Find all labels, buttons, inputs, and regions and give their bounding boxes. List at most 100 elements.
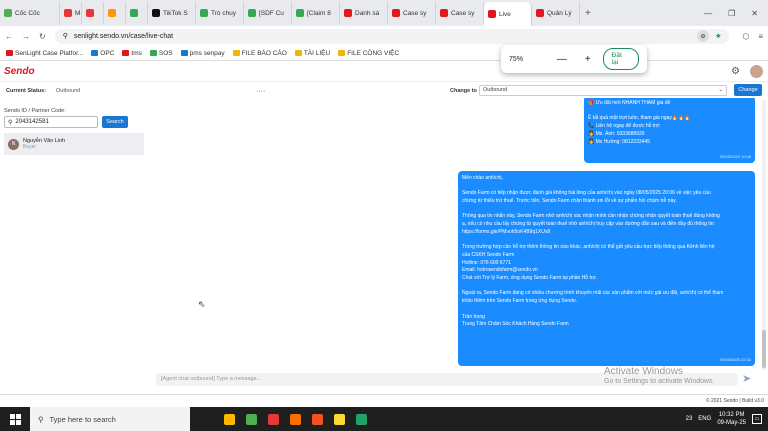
taskbar-app-icon[interactable] — [220, 407, 238, 431]
app-icon — [223, 413, 235, 425]
browser-tab[interactable]: Trò chuy — [196, 2, 244, 24]
watermark-subtitle: Go to Settings to activate Windows. — [604, 378, 715, 385]
tab-favicon-icon — [200, 9, 208, 17]
bookmark-label: TÀI LIỆU — [303, 49, 331, 57]
taskbar-app-icon[interactable] — [264, 407, 282, 431]
browser-tab[interactable] — [126, 2, 148, 24]
bookmark-item[interactable]: FILE CÔNG VIỆC — [338, 50, 399, 57]
message-line: Hotline: 076 600 6771 — [462, 259, 511, 266]
browser-tab[interactable]: Live — [484, 2, 532, 26]
bookmark-item[interactable]: FILE BÁO CÁO — [232, 49, 287, 57]
site-info-icon[interactable]: ⚲ — [63, 32, 68, 40]
bookmark-label: FILE CÔNG VIỆC — [347, 49, 400, 57]
bookmark-item[interactable]: SOS — [149, 49, 173, 57]
taskbar-app-icon[interactable] — [330, 407, 348, 431]
bookmark-item[interactable]: tms — [122, 50, 142, 57]
zoom-out-button[interactable]: — — [557, 54, 567, 65]
folder-icon — [338, 50, 346, 56]
search-input[interactable]: ⚲ 2043142581 — [4, 116, 98, 128]
browser-tab[interactable]: TikTok S — [148, 2, 196, 24]
tab-label: [SDF Cu — [259, 9, 284, 17]
folder-icon — [294, 50, 302, 56]
zoom-reset-button[interactable]: Đặt lại — [602, 48, 639, 70]
browser-tab[interactable]: [Claim 8 — [292, 2, 340, 24]
activate-windows-watermark: Activate Windows Go to Settings to activ… — [604, 366, 715, 385]
bookmark-icon — [149, 50, 157, 56]
taskbar-app-icon[interactable] — [286, 407, 304, 431]
maximize-icon[interactable]: ❐ — [728, 9, 735, 18]
taskbar-app-icon[interactable] — [352, 407, 370, 431]
taskbar-app-icon[interactable] — [242, 407, 260, 431]
bookmark-star-icon[interactable]: ★ — [715, 32, 721, 40]
message-line: Email: hotrosendofarm@sendo.vn — [462, 267, 538, 274]
more-icon[interactable]: ···· — [256, 88, 265, 95]
message-line: Ề tất quả một trợt luồn, tham gia ngay🔥🔥… — [588, 115, 691, 122]
browser-tab[interactable]: Quản Lý — [532, 2, 580, 24]
bookmark-label: SOS — [158, 49, 173, 57]
chat-scrollbar-thumb[interactable] — [762, 330, 766, 368]
notification-icon[interactable]: ▭ — [752, 414, 762, 424]
close-icon[interactable]: ✕ — [751, 9, 758, 18]
minimize-icon[interactable]: — — [704, 9, 712, 18]
browser-tab[interactable]: Case sy — [436, 2, 484, 24]
browser-tab[interactable] — [82, 2, 104, 24]
zoom-icon[interactable]: ⊖ — [697, 30, 710, 42]
extension-icon[interactable]: ⬡ — [742, 32, 749, 41]
clock[interactable]: 10:32 PM 09-May-25 — [717, 411, 746, 427]
bookmark-item[interactable]: TÀI LIỆU — [294, 49, 331, 57]
taskbar-search[interactable]: ⚲ Type here to search — [30, 407, 190, 431]
tab-favicon-icon — [64, 9, 72, 17]
gear-icon[interactable]: ⚙ — [731, 66, 740, 77]
bookmarks-bar: SenLight Case Platfor... OPC tms SOS pms sen… — [0, 46, 768, 61]
message-line: Chat với Trợ lý Farm, ứng dụng Sendo Far… — [462, 275, 598, 282]
customer-avatar: N — [8, 138, 19, 150]
forward-icon[interactable]: → — [22, 32, 30, 41]
bookmark-item[interactable]: SenLight Case Platfor... — [6, 50, 83, 57]
tab-favicon-icon — [392, 9, 400, 17]
bookmark-label: FILE BÁO CÁO — [241, 49, 287, 57]
taskbar-search-text: Type here to search — [49, 414, 116, 424]
menu-icon[interactable]: ≡ — [758, 32, 763, 41]
tab-label: TikTok S — [163, 9, 188, 17]
bookmark-item[interactable]: OPC — [91, 50, 114, 57]
message-line — [462, 306, 751, 314]
message-line: Trung Tâm Chăm Sóc Khách Hàng Sendo Farm — [462, 321, 569, 328]
message-line: chứng từ thiếu trừ thuế. Trước tiên, Sen… — [462, 198, 677, 205]
weather-text: 23 — [685, 416, 693, 422]
tab-favicon-icon — [4, 9, 12, 17]
reload-icon[interactable]: ↻ — [39, 32, 46, 41]
windows-taskbar: ⚲ Type here to search 23 ENG 10:32 PM 09… — [0, 407, 768, 431]
tab-label: Quản Lý — [547, 9, 572, 17]
bookmark-item[interactable]: pms senpay — [180, 49, 225, 57]
browser-tab[interactable]: M — [60, 2, 82, 24]
browser-tab-bar: Cốc Cốc M TikTok S Trò chuy [SDF Cu [Claim 8 D… — [0, 0, 768, 26]
lang-indicator[interactable]: ENG — [698, 416, 711, 422]
tab-label: Case sy — [451, 9, 475, 17]
windows-start-icon[interactable] — [0, 413, 30, 425]
change-button[interactable]: Change — [734, 84, 762, 96]
taskbar-app-icon[interactable] — [308, 407, 326, 431]
zoom-in-button[interactable]: + — [585, 54, 591, 65]
send-icon[interactable]: ➤ — [742, 372, 751, 385]
partner-code-label: Sendo ID / Partner Code: — [4, 108, 66, 114]
browser-tab[interactable] — [104, 2, 126, 24]
customer-search-pane: Sendo ID / Partner Code: ⚲ 2043142581 Se… — [0, 100, 150, 390]
back-icon[interactable]: ← — [5, 32, 13, 41]
browser-tab[interactable]: [SDF Cu — [244, 2, 292, 24]
browser-tab[interactable]: Cốc Cốc — [0, 2, 60, 24]
bookmark-label: pms senpay — [189, 49, 225, 57]
customer-list-item[interactable]: N Nguyễn Văn Linh Buyer — [4, 133, 144, 155]
tab-favicon-icon — [440, 9, 448, 17]
user-avatar[interactable] — [750, 65, 763, 78]
app-icon — [245, 413, 257, 425]
clock-date: 09-May-25 — [717, 420, 746, 426]
search-button[interactable]: Search — [102, 116, 128, 128]
new-tab-button[interactable]: + — [580, 8, 596, 19]
message-line: https://forms.gle/PMvoh5oK4B9q1XUx8 — [462, 228, 551, 235]
url-field[interactable]: ⚲ senlight.sendo.vn/case/live-chat ⊖ ★ — [54, 28, 730, 44]
browser-tab[interactable]: Case sy — [388, 2, 436, 24]
message-line: ạ, nếu có nhu cầu lấy chứng từ quyết toá… — [462, 221, 715, 228]
status-select[interactable]: Outbound ⌄ — [479, 85, 727, 96]
browser-tab[interactable]: Danh sá — [340, 2, 388, 24]
search-icon: ⚲ — [8, 119, 13, 126]
